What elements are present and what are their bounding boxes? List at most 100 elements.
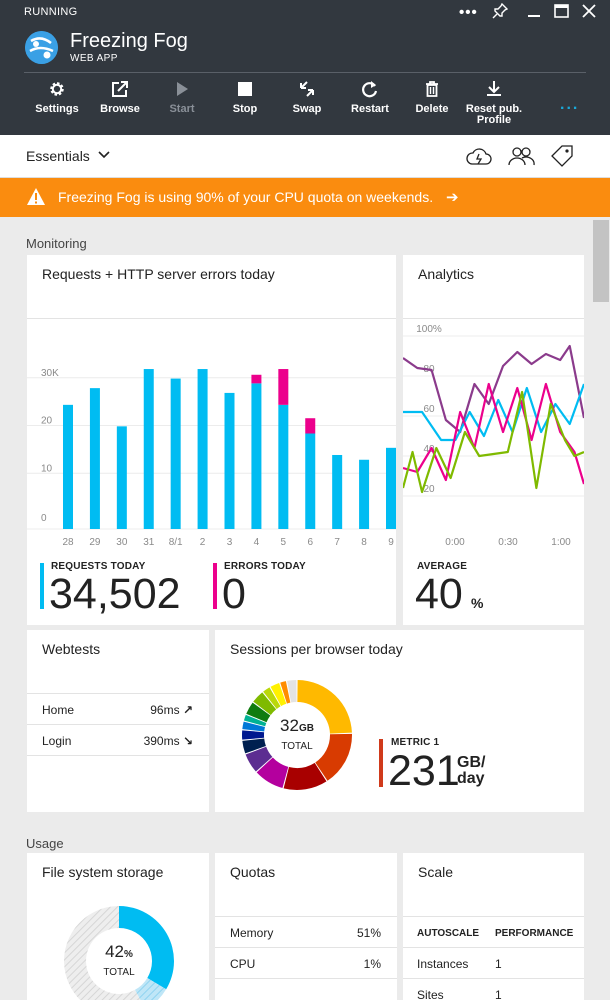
swap-button[interactable]: Swap [275, 80, 339, 115]
pin-icon[interactable] [492, 2, 509, 23]
x-tick-label: 31 [143, 537, 155, 548]
play-icon [177, 82, 188, 96]
status-label: RUNNING [24, 6, 78, 18]
webtests-tile[interactable]: Webtests Home 96ms ↗ Login 390ms ↘ [27, 630, 209, 812]
reset-publish-profile-button[interactable]: Reset pub. Profile [462, 80, 526, 126]
x-tick-label: 0:00 [445, 537, 465, 548]
storage-center: 42% TOTAL [59, 942, 179, 980]
header-divider [24, 72, 586, 73]
analytics-line-chart: 20406080100%0:00 0:30 1:00 [403, 324, 584, 548]
y-tick-label: 10 [41, 463, 53, 474]
tile-divider [403, 916, 584, 917]
requests-bar[interactable] [116, 426, 127, 529]
arrow-right-icon[interactable]: ➔ [446, 188, 459, 206]
scale-sites-value: 1 [495, 988, 502, 1000]
requests-bar[interactable] [63, 404, 73, 529]
delete-button[interactable]: Delete [400, 80, 464, 115]
webtest-row-home-value: 96ms ↗ [150, 703, 193, 717]
errors-bar[interactable] [305, 418, 316, 434]
x-tick-label: 29 [89, 537, 101, 548]
scale-col-autoscale: AUTOSCALE [417, 928, 480, 939]
minimize-icon[interactable] [527, 4, 541, 22]
more-icon[interactable]: ••• [459, 4, 478, 21]
scrollbar-track[interactable] [592, 218, 610, 1000]
metric1-unit: GB/day [457, 754, 486, 787]
webtest-row-home-label[interactable]: Home [42, 703, 74, 717]
errors-bar[interactable] [278, 369, 289, 405]
tag-icon[interactable] [550, 145, 574, 167]
storage-tile[interactable]: File system storage 42% TOTAL [27, 853, 209, 1000]
x-tick-label: 8/1 [169, 537, 183, 548]
warning-icon [27, 188, 45, 205]
x-tick-label: 3 [227, 537, 233, 548]
storage-label: TOTAL [103, 967, 135, 978]
row-divider [403, 947, 584, 948]
scale-tile[interactable]: Scale AUTOSCALE PERFORMANCE Instances 1 … [403, 853, 584, 1000]
monitoring-section-label: Monitoring [26, 236, 87, 251]
scrollbar-thumb[interactable] [593, 220, 609, 302]
quota-memory-value: 51% [356, 926, 381, 940]
requests-tile-title: Requests + HTTP server errors today [42, 266, 275, 282]
y-tick-label: 20 [41, 416, 53, 427]
close-icon[interactable] [582, 4, 596, 22]
settings-label: Settings [35, 103, 79, 115]
x-tick-label: 1:00 [551, 537, 571, 548]
scale-instances-label: Instances [417, 957, 469, 971]
scale-sites-label: Sites [417, 988, 444, 1000]
errors-bar[interactable] [251, 374, 262, 384]
maximize-icon[interactable] [554, 4, 569, 23]
requests-bar[interactable] [278, 404, 289, 529]
cloud-icon[interactable] [465, 145, 493, 167]
scale-col-performance: PERFORMANCE [495, 928, 574, 939]
errors-today-value: 0 [222, 570, 246, 618]
storage-percent: 42 [105, 942, 124, 961]
requests-bar[interactable] [386, 447, 396, 529]
storage-tile-title: File system storage [42, 864, 164, 880]
quotas-tile-title: Quotas [230, 864, 276, 880]
metric1-value: 231 [388, 747, 460, 795]
sessions-tile-title: Sessions per browser today [230, 641, 403, 657]
requests-today-value: 34,502 [49, 570, 181, 618]
requests-bar[interactable] [224, 392, 235, 529]
x-tick-label: 28 [62, 537, 74, 548]
webtest-row-login-value: 390ms ↘ [143, 734, 193, 748]
row-divider [27, 755, 209, 756]
requests-bar[interactable] [251, 383, 262, 529]
essentials-toggle[interactable]: Essentials [26, 148, 90, 164]
webtest-row-login-label[interactable]: Login [42, 734, 71, 748]
download-icon [487, 81, 501, 96]
row-divider [27, 724, 209, 725]
requests-bar[interactable] [359, 459, 370, 529]
users-icon[interactable] [507, 145, 535, 167]
analytics-tile[interactable]: Analytics 20 40 60 80 100% 0:00 0:30 1:00 AVERA… [403, 255, 584, 625]
sessions-tile[interactable]: Sessions per browser today 32GB TOTAL ME… [215, 630, 584, 812]
toolbar-more-button[interactable]: ... [560, 96, 579, 114]
trash-icon [426, 81, 438, 97]
reset-label-line2: Profile [476, 114, 512, 126]
browse-button[interactable]: Browse [88, 80, 152, 115]
x-tick-label: 8 [361, 537, 367, 548]
quotas-tile[interactable]: Quotas Memory 51% CPU 1% [215, 853, 397, 1000]
start-button[interactable]: Start [150, 80, 214, 115]
chevron-down-icon[interactable] [97, 149, 111, 161]
requests-bar[interactable] [89, 388, 100, 529]
sessions-center: 32GB TOTAL [237, 716, 357, 754]
requests-bar[interactable] [197, 369, 208, 529]
cpu-quota-warning[interactable]: Freezing Fog is using 90% of your CPU qu… [0, 178, 610, 217]
y-tick-label: 60 [423, 404, 435, 415]
requests-bar[interactable] [332, 454, 343, 529]
requests-tile[interactable]: Requests + HTTP server errors today 0 10 2… [27, 255, 396, 625]
stop-icon [238, 82, 252, 96]
x-tick-label: 9 [388, 537, 394, 548]
browse-label: Browse [100, 103, 140, 115]
restart-button[interactable]: Restart [338, 80, 402, 115]
webtests-tile-title: Webtests [42, 641, 101, 657]
average-unit: % [471, 595, 484, 611]
requests-bar[interactable] [143, 369, 154, 529]
blade-header: RUNNING ••• Freezing Fog WEB APP Setting… [0, 0, 610, 135]
usage-section-label: Usage [26, 836, 64, 851]
stop-button[interactable]: Stop [213, 80, 277, 115]
settings-button[interactable]: Settings [25, 80, 89, 115]
requests-bar[interactable] [305, 433, 316, 530]
requests-bar[interactable] [170, 378, 181, 529]
